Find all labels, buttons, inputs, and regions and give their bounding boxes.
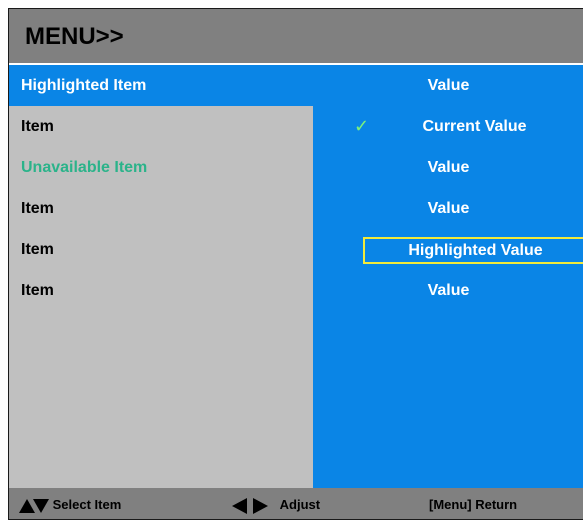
triangle-down-icon [33,498,49,513]
adjust-hint: Adjust [232,488,321,519]
select-hint-label: Select Item [52,497,122,512]
menu-row-unavailable: Unavailable Item Value [9,147,583,188]
menu-item-value: Value [427,159,470,176]
menu-row[interactable]: Item Value [9,270,583,311]
triangle-right-icon [253,497,268,514]
menu-item-label: Highlighted Item [21,77,147,94]
menu-row[interactable]: Item Value [9,188,583,229]
menu-item-label: Item [21,118,54,135]
menu-item-label: Item [21,200,54,217]
menu-title: MENU>> [25,23,124,50]
adjust-hint-label: Adjust [279,497,321,512]
menu-item-label: Item [21,241,54,258]
current-value: Current Value [422,118,527,135]
menu-item-value: Value [427,200,470,217]
osd-menu: MENU>> Highlighted Item Value Item ✓ Cur… [8,8,583,520]
menu-title-bar: MENU>> [9,9,583,65]
menu-item-value: Value [427,282,470,299]
menu-row[interactable]: Item ✓ Current Value [9,106,583,147]
return-hint-label: [Menu] Return [429,497,518,512]
triangle-left-icon [232,497,247,514]
select-hint: Select Item [19,488,122,519]
menu-row-highlighted[interactable]: Highlighted Item Value [9,65,583,106]
menu-item-label-unavailable: Unavailable Item [21,159,148,176]
highlighted-value-box[interactable]: Highlighted Value [363,237,583,264]
menu-item-label: Item [21,282,54,299]
menu-item-value: Value [427,77,470,94]
menu-row[interactable]: Item Highlighted Value [9,229,583,270]
footer-bar: Select Item Adjust [Menu] Return [9,488,583,519]
